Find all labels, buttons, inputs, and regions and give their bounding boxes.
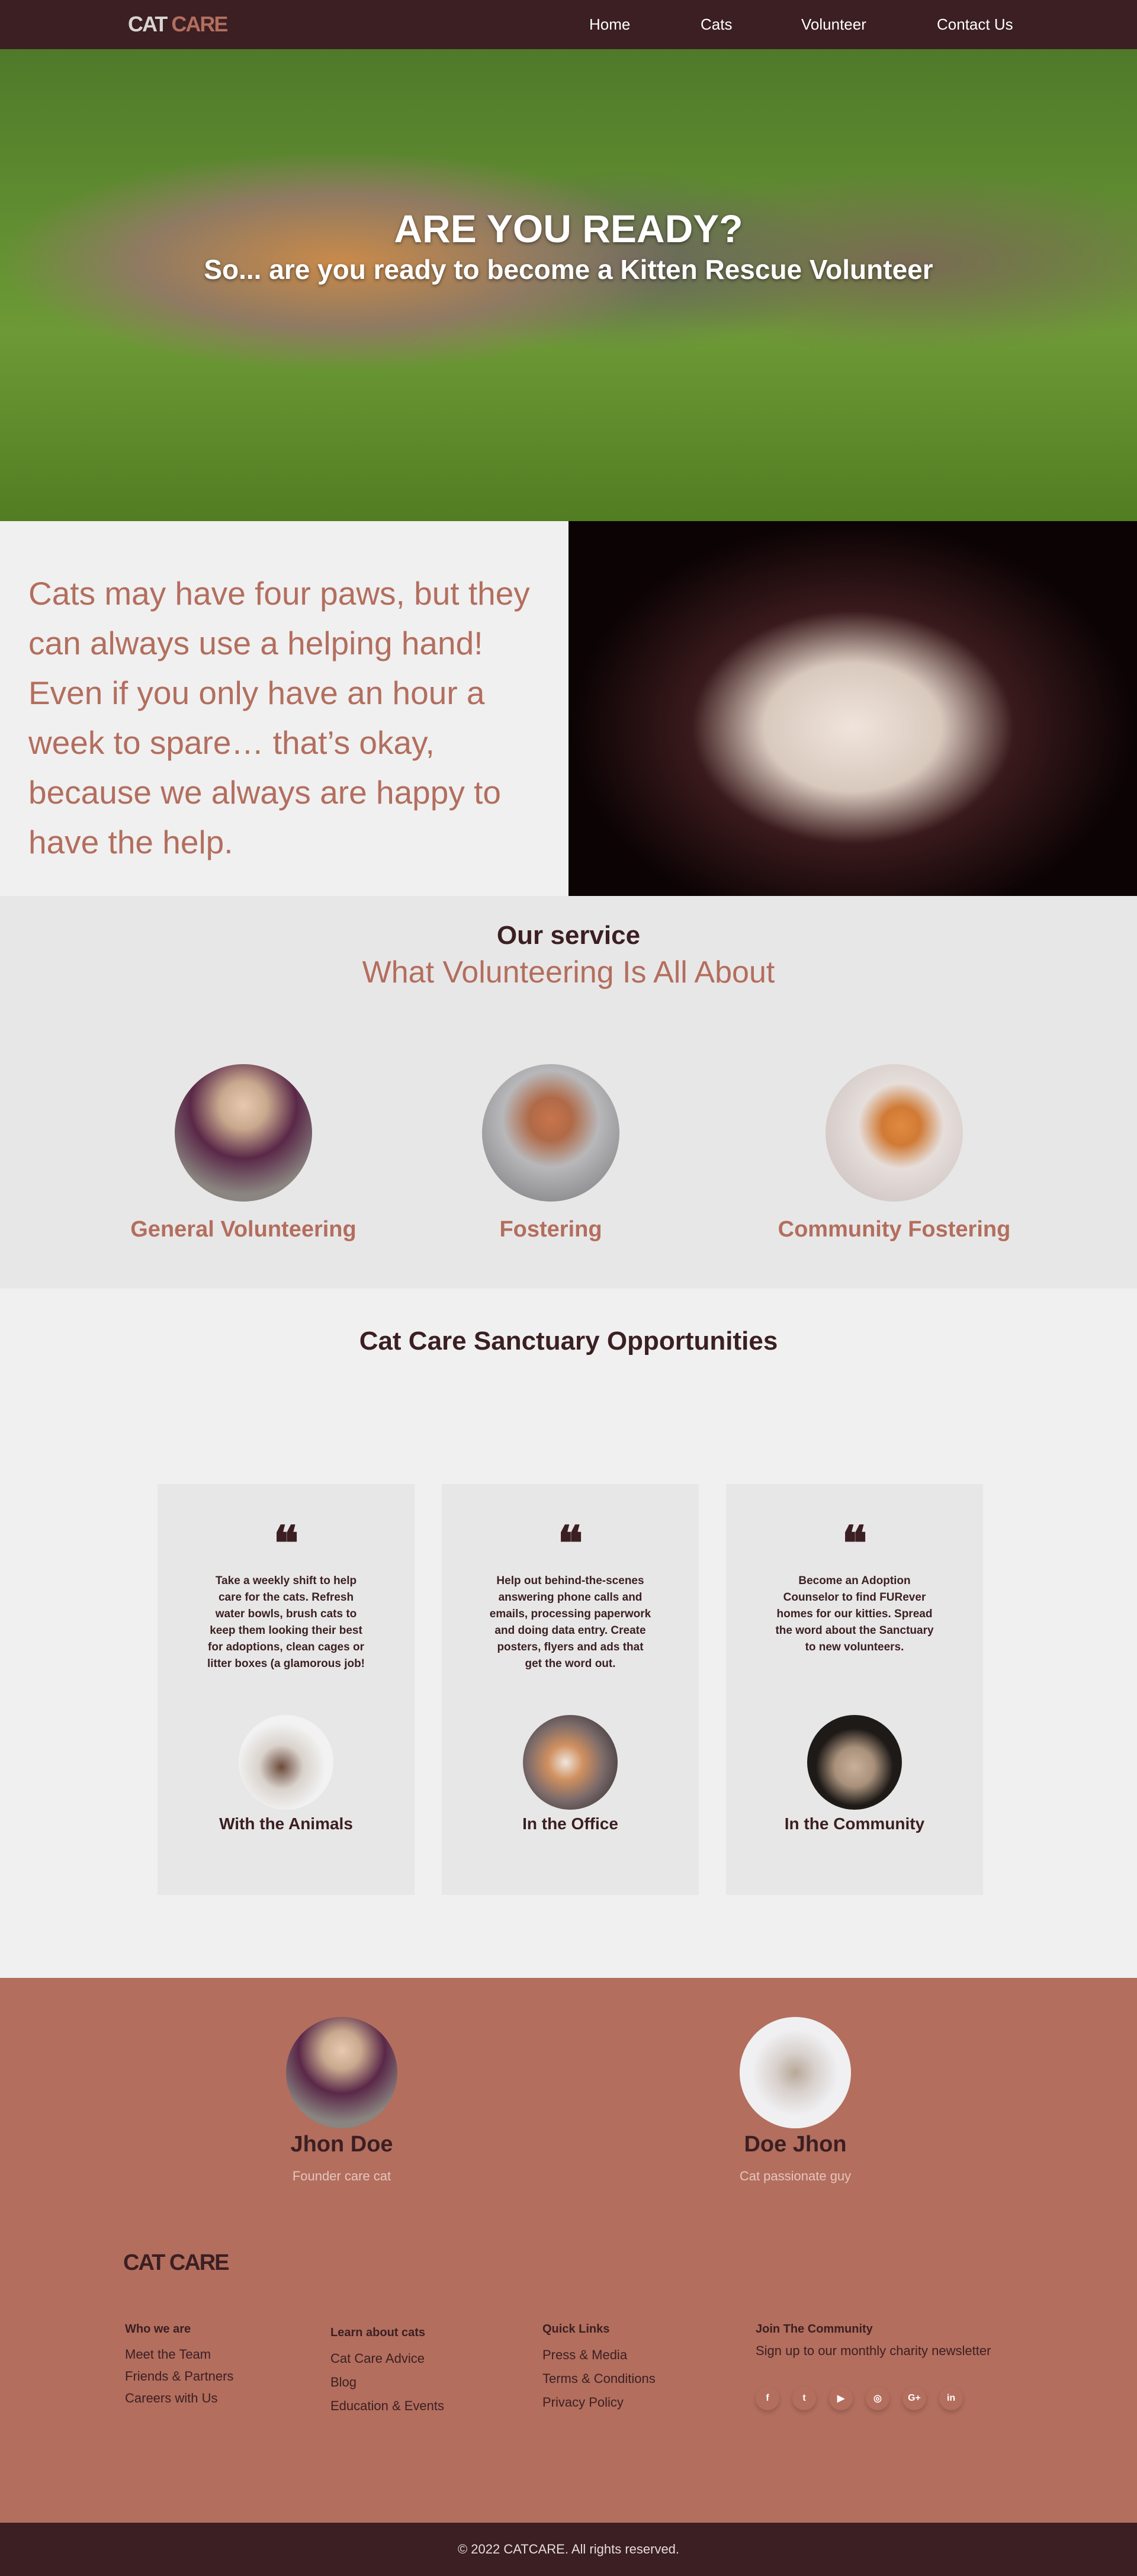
opportunity-card: ❝ Help out behind-the-scenes answering p… (442, 1484, 699, 1895)
column-title: Learn about cats (330, 2326, 426, 2339)
newsletter-text: Sign up to our monthly charity newslette… (756, 2343, 991, 2358)
footer-link[interactable]: Cat Care Advice (330, 2347, 444, 2371)
footer-link[interactable]: Privacy Policy (542, 2391, 656, 2414)
intro-text: Cats may have four paws, but they can al… (28, 575, 530, 860)
team-role: Founder care cat (292, 2169, 391, 2183)
nav-volunteer[interactable]: Volunteer (801, 15, 866, 34)
card-image (239, 1715, 333, 1810)
youtube-icon[interactable]: ▶ (829, 2387, 853, 2410)
facebook-icon[interactable]: f (756, 2387, 779, 2410)
nav-cats[interactable]: Cats (701, 15, 732, 34)
footer-logo: CAT CARE (123, 2250, 230, 2275)
twitter-icon[interactable]: t (792, 2387, 816, 2410)
card-title: In the Community (784, 1814, 925, 1833)
service-general-volunteering[interactable]: General Volunteering (95, 1217, 391, 1242)
footer-link[interactable]: Education & Events (330, 2394, 444, 2418)
card-text: Become an Adoption Counselor to find FUR… (775, 1575, 934, 1653)
hero-subtitle: So... are you ready to become a Kitten R… (204, 254, 933, 285)
team-name: Jhon Doe (290, 2132, 393, 2157)
footer-column-learn: Learn about cats Cat Care Advice Blog Ed… (330, 2326, 444, 2418)
quote-icon: ❝ (557, 1515, 583, 1571)
service-subtitle: What Volunteering Is All About (362, 955, 775, 990)
nav-home[interactable]: Home (589, 15, 630, 34)
footer-link[interactable]: Meet the Team (125, 2343, 233, 2365)
copyright: © 2022 CATCARE. All rights reserved. (0, 2523, 1137, 2576)
opportunity-card: ❝ Become an Adoption Counselor to find F… (726, 1484, 983, 1895)
hero-title: ARE YOU READY? (394, 207, 743, 250)
service-fostering[interactable]: Fostering (403, 1217, 699, 1242)
quote-icon: ❝ (273, 1515, 299, 1571)
service-title: Our service (496, 921, 641, 950)
footer-link[interactable]: Friends & Partners (125, 2365, 233, 2387)
team-avatar (286, 2017, 397, 2128)
linkedin-icon[interactable]: in (939, 2387, 963, 2410)
card-title: With the Animals (219, 1814, 353, 1833)
site-header: CAT CARE Home Cats Volunteer Contact Us (0, 0, 1137, 49)
column-title: Join The Community (756, 2323, 873, 2336)
footer-link[interactable]: Blog (330, 2371, 444, 2394)
team-avatar (740, 2017, 851, 2128)
opportunities-title: Cat Care Sanctuary Opportunities (359, 1326, 778, 1356)
card-text: Help out behind-the-scenes answering pho… (489, 1575, 651, 1670)
team-name: Doe Jhon (744, 2132, 847, 2157)
column-title: Quick Links (542, 2323, 610, 2336)
footer-column-community: Join The Community Sign up to our monthl… (756, 2323, 991, 2359)
service-community-fostering[interactable]: Community Fostering (746, 1217, 1042, 1242)
community-fostering-image (826, 1064, 963, 1202)
general-volunteering-image (175, 1064, 312, 1202)
social-links: f t ▶ ◎ G+ in (756, 2387, 963, 2410)
fostering-image (482, 1064, 619, 1202)
hero-banner: ARE YOU READY? So... are you ready to be… (0, 49, 1137, 521)
instagram-icon[interactable]: ◎ (866, 2387, 889, 2410)
logo[interactable]: CAT CARE (128, 12, 228, 37)
footer-column-quick-links: Quick Links Press & Media Terms & Condit… (542, 2323, 656, 2414)
team-role: Cat passionate guy (739, 2169, 852, 2183)
google-plus-icon[interactable]: G+ (902, 2387, 926, 2410)
card-image (523, 1715, 618, 1810)
quote-icon: ❝ (841, 1515, 868, 1571)
opportunity-card: ❝ Take a weekly shift to help care for t… (158, 1484, 415, 1895)
column-title: Who we are (125, 2323, 191, 2336)
footer-link[interactable]: Careers with Us (125, 2387, 233, 2409)
nav-contact-us[interactable]: Contact Us (937, 15, 1013, 34)
footer-link[interactable]: Press & Media (542, 2343, 656, 2367)
footer-column-who-we-are: Who we are Meet the Team Friends & Partn… (125, 2323, 233, 2409)
footer-link[interactable]: Terms & Conditions (542, 2367, 656, 2391)
kitten-image (568, 521, 1137, 896)
card-title: In the Office (522, 1814, 618, 1833)
card-image (807, 1715, 902, 1810)
card-text: Take a weekly shift to help care for the… (207, 1575, 365, 1670)
